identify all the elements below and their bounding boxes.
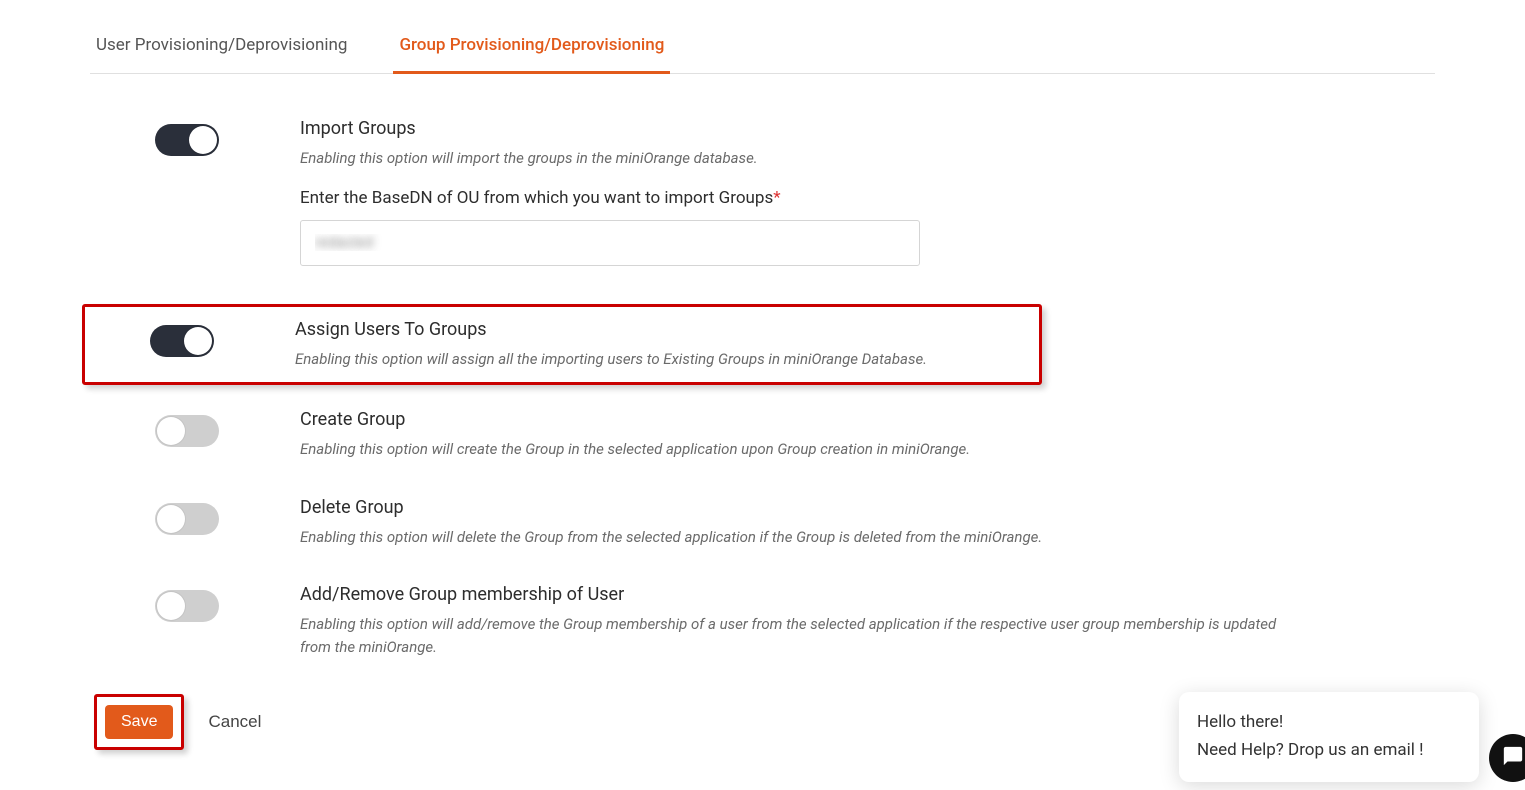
chat-greeting: Hello there! (1197, 712, 1461, 732)
basedn-input[interactable] (300, 220, 920, 266)
chat-fab-button[interactable] (1489, 734, 1525, 782)
setting-delete-group: Delete Group Enabling this option will d… (90, 491, 1435, 555)
setting-create-group: Create Group Enabling this option will c… (90, 403, 1435, 467)
toggle-assign-users[interactable] (150, 325, 214, 357)
setting-assign-users: Assign Users To Groups Enabling this opt… (85, 313, 1029, 377)
setting-title: Delete Group (300, 497, 1435, 518)
setting-title: Assign Users To Groups (295, 319, 1029, 340)
toggle-import-groups[interactable] (155, 124, 219, 156)
setting-title: Import Groups (300, 118, 1435, 139)
highlight-assign-users: Assign Users To Groups Enabling this opt… (82, 304, 1042, 386)
chat-icon (1502, 745, 1524, 771)
basedn-label: Enter the BaseDN of OU from which you wa… (300, 188, 1435, 208)
highlight-save: Save (94, 694, 184, 750)
tabs-bar: User Provisioning/Deprovisioning Group P… (90, 20, 1435, 74)
toggle-create-group[interactable] (155, 415, 219, 447)
setting-description: Enabling this option will create the Gro… (300, 438, 1300, 461)
setting-description: Enabling this option will import the gro… (300, 147, 1300, 170)
setting-group-membership: Add/Remove Group membership of User Enab… (90, 578, 1435, 664)
tab-group-provisioning[interactable]: Group Provisioning/Deprovisioning (393, 21, 670, 74)
setting-title: Create Group (300, 409, 1435, 430)
setting-description: Enabling this option will delete the Gro… (300, 526, 1300, 549)
chat-help-text: Need Help? Drop us an email ! (1197, 740, 1461, 760)
save-button[interactable]: Save (105, 705, 173, 739)
setting-description: Enabling this option will add/remove the… (300, 613, 1300, 658)
toggle-delete-group[interactable] (155, 503, 219, 535)
setting-description: Enabling this option will assign all the… (295, 348, 1029, 371)
cancel-button[interactable]: Cancel (202, 711, 267, 733)
toggle-group-membership[interactable] (155, 590, 219, 622)
tab-user-provisioning[interactable]: User Provisioning/Deprovisioning (90, 21, 353, 74)
chat-popup[interactable]: Hello there! Need Help? Drop us an email… (1179, 692, 1479, 782)
setting-import-groups: Import Groups Enabling this option will … (90, 112, 1435, 280)
setting-title: Add/Remove Group membership of User (300, 584, 1435, 605)
